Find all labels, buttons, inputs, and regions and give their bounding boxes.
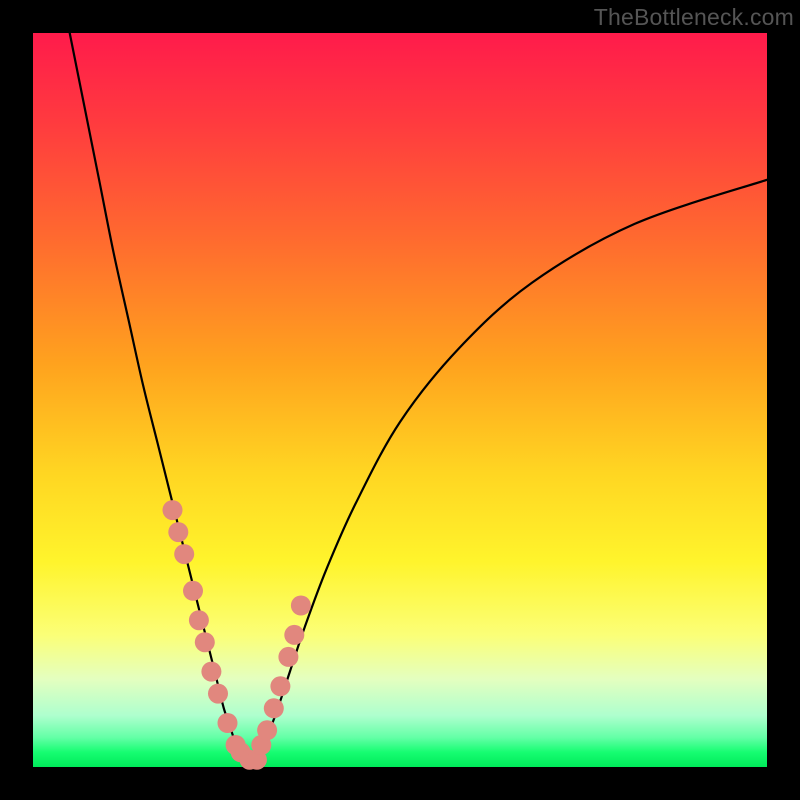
chart-frame: TheBottleneck.com bbox=[0, 0, 800, 800]
highlight-markers bbox=[163, 500, 311, 770]
marker-point bbox=[168, 522, 188, 542]
marker-point bbox=[189, 610, 209, 630]
marker-point bbox=[201, 662, 221, 682]
marker-point bbox=[218, 713, 238, 733]
marker-point bbox=[195, 632, 215, 652]
marker-point bbox=[270, 676, 290, 696]
marker-point bbox=[264, 698, 284, 718]
marker-point bbox=[278, 647, 298, 667]
marker-point bbox=[208, 684, 228, 704]
marker-point bbox=[183, 581, 203, 601]
marker-point bbox=[163, 500, 183, 520]
marker-point bbox=[291, 596, 311, 616]
marker-point bbox=[174, 544, 194, 564]
watermark-text: TheBottleneck.com bbox=[594, 4, 794, 31]
plot-area bbox=[33, 33, 767, 767]
bottleneck-curve bbox=[70, 33, 767, 769]
marker-point bbox=[284, 625, 304, 645]
marker-point bbox=[257, 720, 277, 740]
curve-svg bbox=[33, 33, 767, 767]
